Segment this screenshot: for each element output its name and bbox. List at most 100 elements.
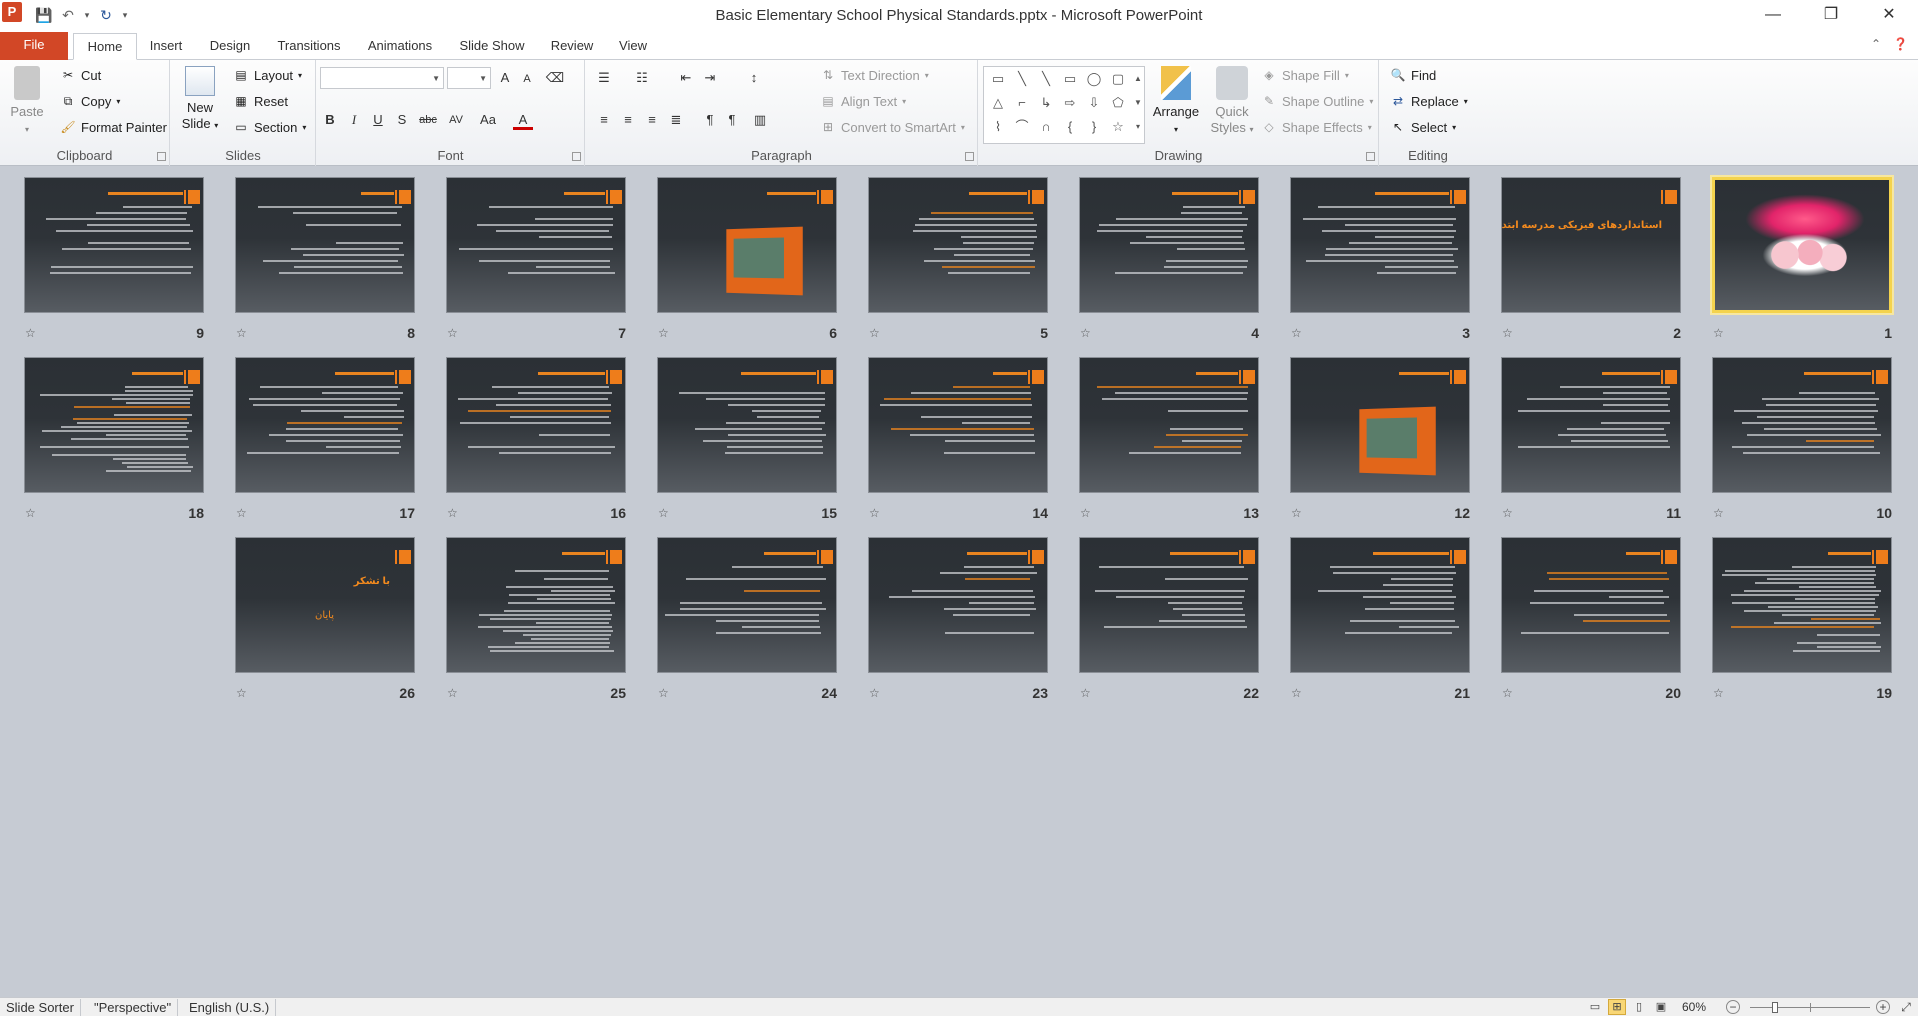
elbow-connector-icon[interactable]: ⌐	[1014, 95, 1030, 111]
arc-shape-icon[interactable]: ⌒	[1014, 119, 1030, 135]
font-launcher-icon[interactable]	[572, 152, 581, 161]
font-size-dropdown-icon[interactable]: ▼	[479, 74, 487, 83]
align-center-icon[interactable]: ≡	[618, 110, 638, 130]
transition-star-icon[interactable]: ☆	[1080, 506, 1091, 520]
zoom-in-button[interactable]: +	[1876, 1000, 1890, 1014]
replace-button[interactable]: ⇄ Replace ▾	[1390, 93, 1468, 109]
right-brace-shape-icon[interactable]: }	[1086, 119, 1102, 135]
transition-star-icon[interactable]: ☆	[1713, 506, 1724, 520]
transition-star-icon[interactable]: ☆	[236, 326, 247, 340]
font-color-button[interactable]: A	[513, 110, 533, 130]
slide-thumbnail-11[interactable]	[1501, 357, 1681, 493]
text-shadow-button[interactable]: S	[392, 110, 412, 130]
font-size-combo[interactable]: ▼	[447, 67, 491, 89]
cut-button[interactable]: ✂ Cut	[60, 67, 101, 83]
zoom-level[interactable]: 60%	[1682, 999, 1706, 1016]
tab-review[interactable]: Review	[548, 33, 596, 60]
rounded-rect-shape-icon[interactable]: ▢	[1110, 71, 1126, 87]
transition-star-icon[interactable]: ☆	[25, 326, 36, 340]
tab-view[interactable]: View	[615, 33, 651, 60]
font-name-dropdown-icon[interactable]: ▼	[432, 74, 440, 83]
align-right-icon[interactable]: ≡	[642, 110, 662, 130]
paste-button[interactable]: Paste ▾	[6, 66, 48, 138]
transition-star-icon[interactable]: ☆	[1502, 686, 1513, 700]
restore-button[interactable]: ❐	[1802, 0, 1860, 30]
transition-star-icon[interactable]: ☆	[658, 326, 669, 340]
transition-star-icon[interactable]: ☆	[1502, 326, 1513, 340]
copy-button[interactable]: ⧉ Copy ▾	[60, 93, 121, 109]
font-name-combo[interactable]: ▼	[320, 67, 444, 89]
slide-thumbnail-22[interactable]	[1079, 537, 1259, 673]
increase-indent-icon[interactable]: ⇥	[700, 68, 720, 88]
transition-star-icon[interactable]: ☆	[447, 506, 458, 520]
right-arrow-shape-icon[interactable]: ⇨	[1062, 95, 1078, 111]
slide-thumbnail-6[interactable]	[657, 177, 837, 313]
shape-effects-button[interactable]: ◇ Shape Effects ▾	[1261, 119, 1371, 135]
paragraph-launcher-icon[interactable]	[965, 152, 974, 161]
bold-button[interactable]: B	[320, 110, 340, 130]
tab-transitions[interactable]: Transitions	[273, 33, 345, 60]
select-button[interactable]: ↖ Select ▾	[1390, 119, 1456, 135]
transition-star-icon[interactable]: ☆	[658, 506, 669, 520]
slide-thumbnail-16[interactable]	[446, 357, 626, 493]
slide-thumbnail-5[interactable]	[868, 177, 1048, 313]
transition-star-icon[interactable]: ☆	[25, 506, 36, 520]
star-shape-icon[interactable]: ☆	[1110, 119, 1126, 135]
shape-fill-button[interactable]: ◈ Shape Fill ▾	[1261, 67, 1348, 83]
scribble-shape-icon[interactable]: ⌇	[990, 119, 1006, 135]
shrink-font-button[interactable]: A	[517, 69, 537, 89]
numbering-icon[interactable]: ☷	[632, 68, 652, 88]
transition-star-icon[interactable]: ☆	[1713, 686, 1724, 700]
arrange-button[interactable]: Arrange ▾	[1149, 66, 1203, 138]
down-arrow-shape-icon[interactable]: ⇩	[1086, 95, 1102, 111]
grow-font-button[interactable]: A	[495, 68, 515, 88]
find-button[interactable]: 🔍 Find	[1390, 67, 1437, 83]
align-left-icon[interactable]: ≡	[594, 110, 614, 130]
help-icon[interactable]: ❓	[1893, 37, 1908, 51]
close-button[interactable]: ✕	[1860, 0, 1918, 30]
rtl-direction-icon[interactable]: ¶	[722, 110, 742, 130]
slide-thumbnail-1[interactable]	[1712, 177, 1892, 313]
gallery-scroll-down-icon[interactable]: ▼	[1130, 95, 1146, 111]
oval-shape-icon[interactable]: ◯	[1086, 71, 1102, 87]
slide-thumbnail-12[interactable]	[1290, 357, 1470, 493]
slide-thumbnail-13[interactable]	[1079, 357, 1259, 493]
italic-button[interactable]: I	[344, 110, 364, 130]
transition-star-icon[interactable]: ☆	[869, 506, 880, 520]
strikethrough-button[interactable]: abc	[416, 110, 440, 130]
slide-sorter-area[interactable]: 1 ☆ استانداردهای فیزیکی مدرسه ابتدایی 2 ☆ 3 ☆ 4…	[0, 167, 1918, 997]
slide-thumbnail-18[interactable]	[24, 357, 204, 493]
slide-thumbnail-2[interactable]: استانداردهای فیزیکی مدرسه ابتدایی	[1501, 177, 1681, 313]
clipboard-launcher-icon[interactable]	[157, 152, 166, 161]
slide-show-view-button[interactable]: ▣	[1652, 999, 1670, 1015]
text-direction-button[interactable]: ⇅ Text Direction ▾	[820, 67, 929, 83]
pentagon-shape-icon[interactable]: ⬠	[1110, 95, 1126, 111]
clear-formatting-icon[interactable]: ⌫	[545, 68, 565, 88]
transition-star-icon[interactable]: ☆	[447, 326, 458, 340]
slide-thumbnail-7[interactable]	[446, 177, 626, 313]
transition-star-icon[interactable]: ☆	[236, 506, 247, 520]
transition-star-icon[interactable]: ☆	[1291, 506, 1302, 520]
triangle-shape-icon[interactable]: △	[990, 95, 1006, 111]
fit-to-window-button[interactable]: ⤢	[1898, 999, 1914, 1015]
left-brace-shape-icon[interactable]: {	[1062, 119, 1078, 135]
section-button[interactable]: ▭ Section ▾	[233, 119, 306, 135]
reading-view-button[interactable]: ▯	[1630, 999, 1648, 1015]
reset-button[interactable]: ▦ Reset	[233, 93, 288, 109]
tab-insert[interactable]: Insert	[143, 33, 189, 60]
bullets-icon[interactable]: ☰	[594, 68, 614, 88]
slide-thumbnail-23[interactable]	[868, 537, 1048, 673]
transition-star-icon[interactable]: ☆	[869, 326, 880, 340]
decrease-indent-icon[interactable]: ⇤	[676, 68, 696, 88]
curve-shape-icon[interactable]: ∩	[1038, 119, 1054, 135]
line-shape-icon-2[interactable]: ╲	[1038, 71, 1054, 87]
tab-file[interactable]: File	[0, 32, 68, 60]
slide-thumbnail-15[interactable]	[657, 357, 837, 493]
quick-styles-button[interactable]: Quick Styles ▾	[1207, 66, 1257, 138]
slide-thumbnail-26[interactable]: با تشکر پایان	[235, 537, 415, 673]
rectangle-shape-icon[interactable]: ▭	[1062, 71, 1078, 87]
textbox-shape-icon[interactable]: ▭	[990, 71, 1006, 87]
slide-sorter-view-button[interactable]: ⊞	[1608, 999, 1626, 1015]
slide-thumbnail-3[interactable]	[1290, 177, 1470, 313]
transition-star-icon[interactable]: ☆	[869, 686, 880, 700]
